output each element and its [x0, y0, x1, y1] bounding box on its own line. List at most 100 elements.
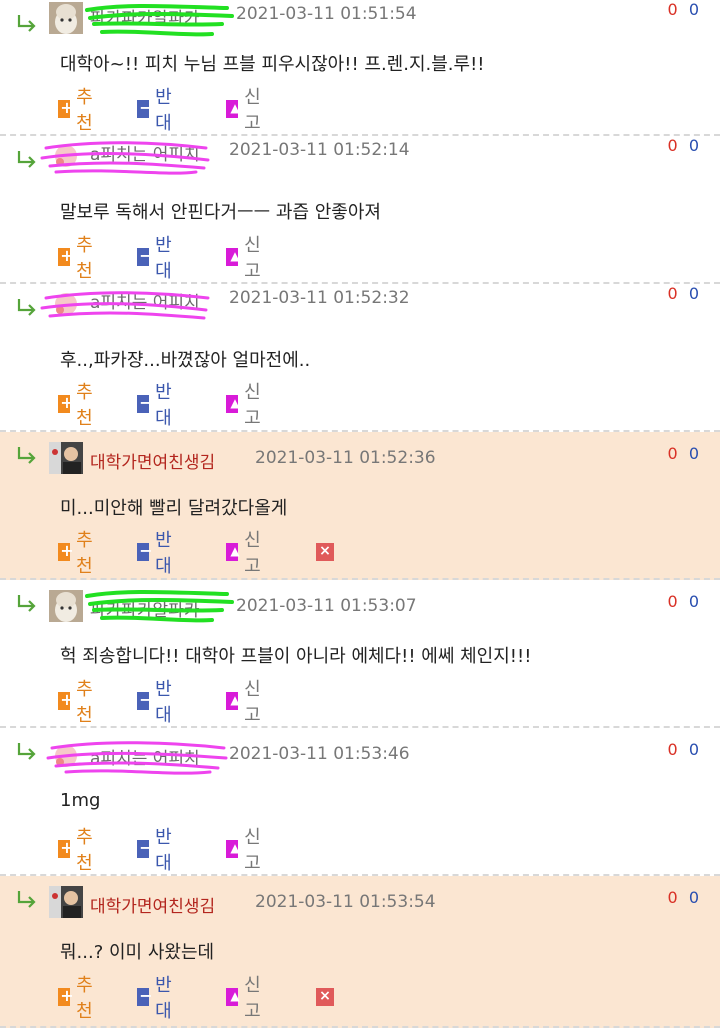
avatar[interactable]	[49, 442, 83, 474]
comment-date: 2021-03-11 01:51:54	[236, 4, 417, 24]
author-name[interactable]: 파카파카알파카	[90, 596, 199, 621]
recommend-button[interactable]: + 추천	[58, 827, 99, 874]
comment-text: 미...미안해 빨리 달려갔다올게	[60, 498, 288, 519]
avatar[interactable]	[49, 2, 83, 34]
plus-icon: +	[58, 98, 74, 118]
report-button[interactable]: ▲ 신고	[226, 975, 267, 1022]
vote-count: 0 0	[668, 592, 702, 611]
reply-arrow-icon	[17, 595, 36, 612]
delete-button[interactable]: ×	[316, 985, 334, 1009]
comment-item: 파카파카알파카 2021-03-11 01:53:07 0 0 헉 죄송합니다!…	[0, 580, 720, 728]
minus-icon: −	[137, 541, 153, 561]
minus-icon: −	[137, 986, 153, 1006]
comment-item: a피치는 어피치 2021-03-11 01:52:32 0 0 후..,파카쟝…	[0, 284, 720, 432]
minus-icon: −	[137, 246, 153, 266]
down-count: 0	[688, 284, 702, 303]
recommend-button[interactable]: + 추천	[58, 679, 99, 726]
recommend-button[interactable]: + 추천	[58, 382, 99, 429]
author-name[interactable]: 파카파카알파카	[90, 4, 199, 29]
up-count: 0	[667, 444, 681, 463]
comment-date: 2021-03-11 01:53:07	[236, 596, 417, 616]
plus-icon: +	[58, 393, 74, 413]
delete-button[interactable]: ×	[316, 540, 334, 564]
comment-text: 말보루 독해서 안핀다거ㅡㅡ 과즙 안좋아져	[60, 202, 381, 223]
down-count: 0	[688, 444, 702, 463]
report-icon: ▲	[226, 692, 240, 710]
oppose-button[interactable]: − 반대	[137, 235, 178, 282]
minus-icon: −	[137, 838, 153, 858]
vote-count: 0 0	[668, 0, 702, 19]
reply-arrow-icon	[17, 743, 36, 760]
report-button[interactable]: ▲ 신고	[226, 382, 267, 429]
plus-icon: +	[58, 838, 74, 858]
comment-date: 2021-03-11 01:52:32	[229, 288, 410, 308]
vote-count: 0 0	[668, 136, 702, 155]
avatar[interactable]	[49, 738, 83, 770]
reply-arrow-icon	[17, 151, 36, 168]
minus-icon: −	[137, 393, 153, 413]
comment-date: 2021-03-11 01:53:46	[229, 744, 410, 764]
comment-text: 대학아~!! 피치 누님 프블 피우시잖아!! 프.렌.지.블.루!!	[60, 54, 485, 75]
recommend-button[interactable]: + 추천	[58, 235, 99, 282]
reply-arrow-icon	[17, 15, 36, 32]
recommend-button[interactable]: + 추천	[58, 87, 99, 134]
comment-item: a피치는 어피치 2021-03-11 01:52:14 0 0 말보루 독해서…	[0, 136, 720, 284]
comment-text: 후..,파카쟝...바꼈잖아 얼마전에..	[60, 350, 311, 371]
author-name[interactable]: a피치는 어피치	[90, 140, 200, 165]
down-count: 0	[688, 592, 702, 611]
oppose-button[interactable]: − 반대	[137, 679, 178, 726]
report-button[interactable]: ▲ 신고	[226, 235, 267, 282]
oppose-button[interactable]: − 반대	[137, 530, 178, 577]
comment-text: 1mg	[60, 790, 101, 811]
author-name[interactable]: a피치는 어피치	[90, 288, 200, 313]
report-icon: ▲	[226, 543, 240, 561]
oppose-button[interactable]: − 반대	[137, 382, 178, 429]
avatar[interactable]	[49, 886, 83, 918]
reply-arrow-icon	[17, 447, 36, 464]
oppose-button[interactable]: − 반대	[137, 87, 178, 134]
recommend-button[interactable]: + 추천	[58, 975, 99, 1022]
up-count: 0	[667, 592, 681, 611]
avatar[interactable]	[49, 286, 83, 318]
oppose-button[interactable]: − 반대	[137, 827, 178, 874]
comment-item: 파카파카알파카 2021-03-11 01:51:54 0 0 대학아~!! 피…	[0, 0, 720, 136]
comment-item: 대학가면여친생김 2021-03-11 01:53:54 0 0 뭐...? 이…	[0, 876, 720, 1028]
report-icon: ▲	[226, 988, 240, 1006]
avatar[interactable]	[49, 590, 83, 622]
oppose-button[interactable]: − 반대	[137, 975, 178, 1022]
report-icon: ▲	[226, 395, 240, 413]
up-count: 0	[667, 136, 681, 155]
comment-item: a피치는 어피치 2021-03-11 01:53:46 0 0 1mg + 추천…	[0, 728, 720, 876]
comment-text: 뭐...? 이미 사왔는데	[60, 942, 215, 963]
down-count: 0	[688, 888, 702, 907]
report-button[interactable]: ▲ 신고	[226, 827, 267, 874]
comment-item: 대학가면여친생김 2021-03-11 01:52:36 0 0 미...미안해…	[0, 432, 720, 580]
comment-date: 2021-03-11 01:53:54	[255, 892, 436, 912]
avatar[interactable]	[49, 138, 83, 170]
close-icon: ×	[316, 543, 334, 561]
minus-icon: −	[137, 98, 153, 118]
reply-arrow-icon	[17, 299, 36, 316]
report-button[interactable]: ▲ 신고	[226, 87, 267, 134]
plus-icon: +	[58, 690, 74, 710]
plus-icon: +	[58, 986, 74, 1006]
report-button[interactable]: ▲ 신고	[226, 679, 267, 726]
report-icon: ▲	[226, 840, 240, 858]
up-count: 0	[667, 0, 681, 19]
recommend-button[interactable]: + 추천	[58, 530, 99, 577]
down-count: 0	[688, 0, 702, 19]
reply-arrow-icon	[17, 891, 36, 908]
up-count: 0	[667, 284, 681, 303]
down-count: 0	[688, 136, 702, 155]
close-icon: ×	[316, 988, 334, 1006]
report-icon: ▲	[226, 248, 240, 266]
author-name[interactable]: 대학가면여친생김	[90, 892, 215, 917]
vote-count: 0 0	[668, 444, 702, 463]
up-count: 0	[667, 888, 681, 907]
comment-text: 헉 죄송합니다!! 대학아 프블이 아니라 에체다!! 에쎄 체인지!!!	[60, 646, 532, 667]
author-name[interactable]: 대학가면여친생김	[90, 448, 215, 473]
author-name[interactable]: a피치는 어피치	[90, 744, 200, 769]
report-button[interactable]: ▲ 신고	[226, 530, 267, 577]
comment-date: 2021-03-11 01:52:14	[229, 140, 410, 160]
minus-icon: −	[137, 690, 153, 710]
